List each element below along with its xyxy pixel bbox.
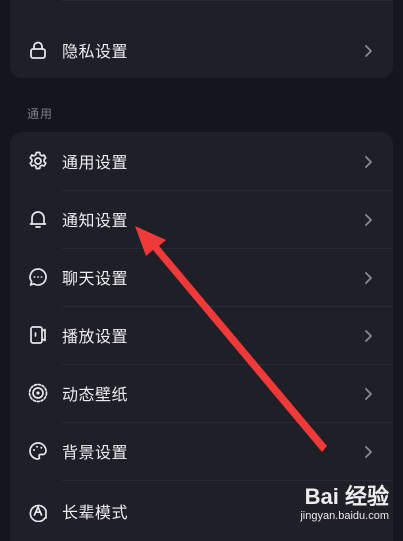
- settings-item-notification[interactable]: 通知设置: [10, 190, 393, 248]
- settings-page: 隐私设置 通用 通用设置 通知设置 聊天设置 播放设置 动态壁纸 背景设置 长辈…: [0, 0, 403, 541]
- settings-item-label: 聊天设置: [62, 269, 129, 288]
- watermark-brand: Bai 经验: [304, 484, 389, 509]
- bell-icon: [27, 208, 49, 230]
- general-settings-card: 通用设置 通知设置 聊天设置 播放设置 动态壁纸 背景设置 长辈模式: [10, 132, 393, 541]
- chevron-right-icon: [363, 328, 373, 342]
- settings-item-label: 通用设置: [62, 153, 129, 172]
- gear-icon: [27, 150, 49, 172]
- palette-icon: [27, 440, 49, 462]
- settings-item-chat[interactable]: 聊天设置: [10, 248, 393, 306]
- settings-item-general[interactable]: 通用设置: [10, 132, 393, 190]
- chevron-right-icon: [363, 212, 373, 226]
- divider: [62, 480, 393, 481]
- section-title-general: 通用: [27, 107, 54, 121]
- chevron-right-icon: [363, 154, 373, 168]
- play-device-icon: [27, 324, 49, 346]
- watermark-url: jingyan.baidu.com: [300, 510, 389, 522]
- chevron-right-icon: [363, 43, 373, 57]
- chevron-right-icon: [363, 444, 373, 458]
- privacy-card: 隐私设置: [10, 0, 393, 78]
- settings-item-label: 长辈模式: [62, 503, 129, 522]
- settings-item-background[interactable]: 背景设置: [10, 422, 393, 480]
- chevron-right-icon: [363, 386, 373, 400]
- chat-bubble-icon: [27, 266, 49, 288]
- settings-item-live-wallpaper[interactable]: 动态壁纸: [10, 364, 393, 422]
- chevron-right-icon: [363, 270, 373, 284]
- settings-item-label: 播放设置: [62, 327, 129, 346]
- lock-icon: [27, 39, 49, 61]
- settings-item-privacy[interactable]: 隐私设置: [10, 21, 393, 78]
- settings-item-label: 通知设置: [62, 211, 129, 230]
- settings-item-label: 动态壁纸: [62, 385, 129, 404]
- baidu-jingyan-watermark: Bai 经验 jingyan.baidu.com: [271, 485, 389, 527]
- live-wallpaper-icon: [27, 382, 49, 404]
- settings-item-label: 背景设置: [62, 443, 129, 462]
- elder-mode-icon: [27, 500, 49, 522]
- settings-item-label: 隐私设置: [62, 42, 129, 61]
- settings-item-playback[interactable]: 播放设置: [10, 306, 393, 364]
- divider: [62, 0, 393, 1]
